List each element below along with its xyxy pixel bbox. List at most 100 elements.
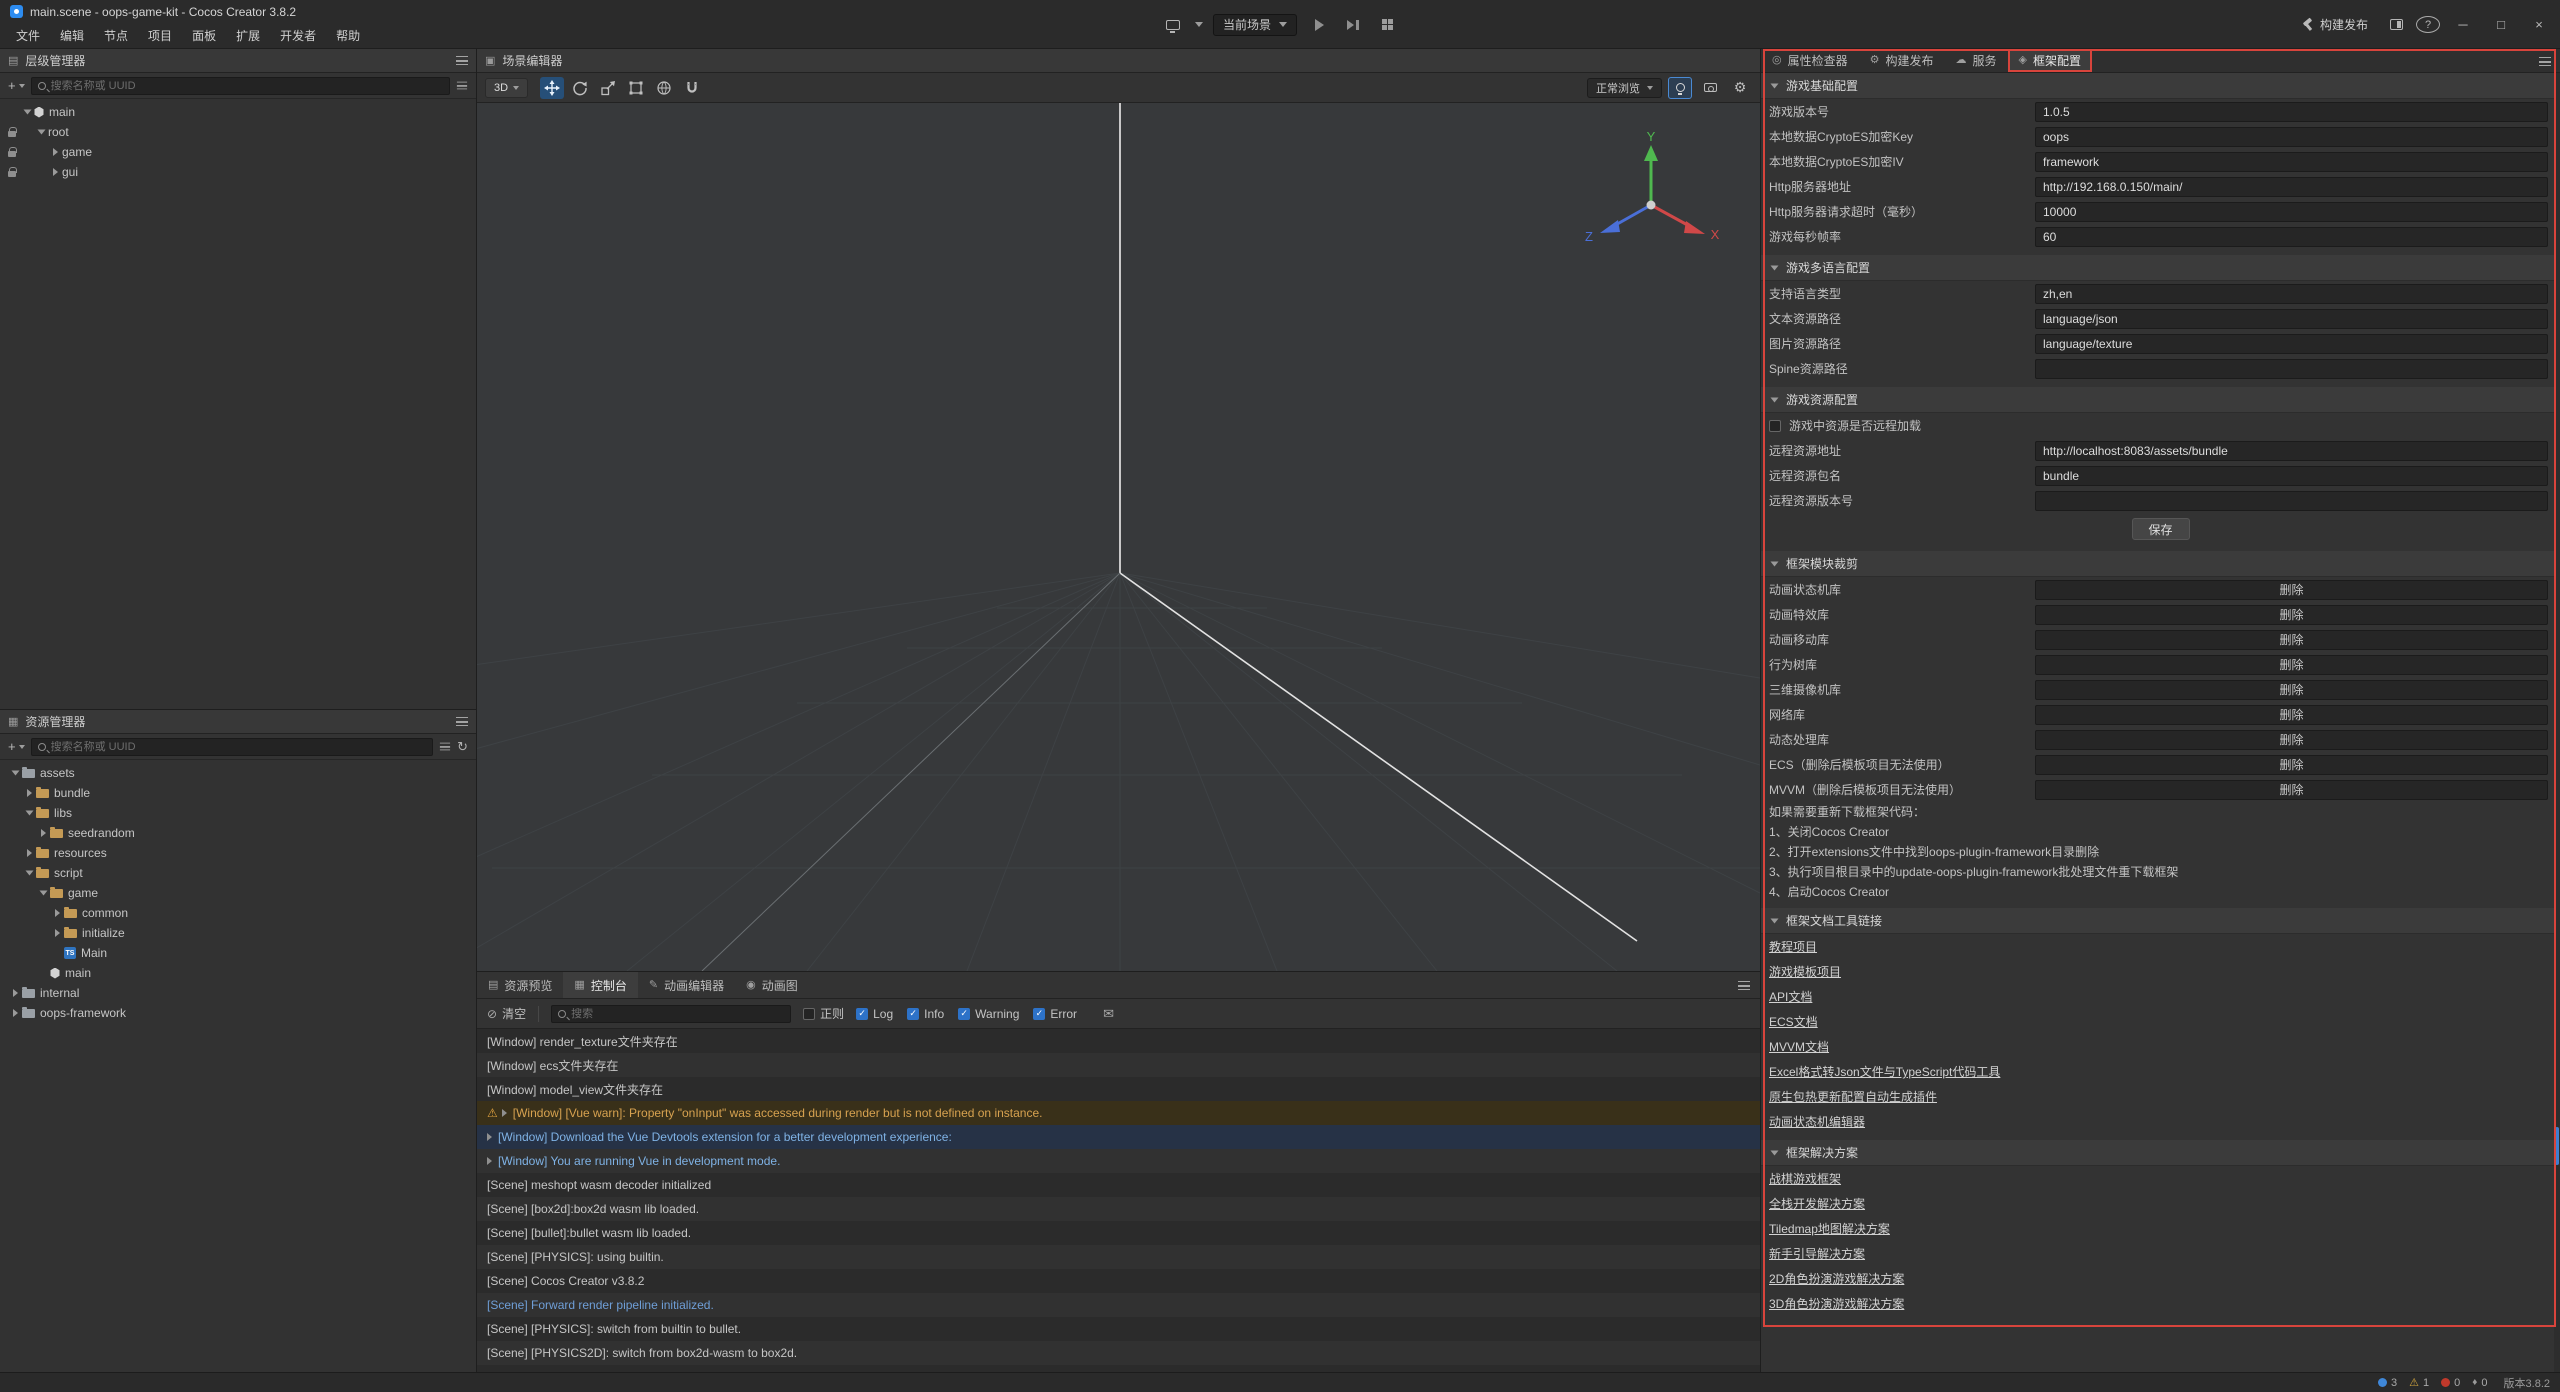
section-header[interactable]: 框架文档工具链接 bbox=[1761, 908, 2560, 934]
remote-load-checkbox[interactable] bbox=[1769, 420, 1781, 432]
expand-arrow-icon[interactable] bbox=[48, 168, 62, 176]
text-input[interactable]: oops bbox=[2035, 127, 2548, 147]
asset-node[interactable]: resources bbox=[0, 843, 476, 863]
snap-tool-button[interactable] bbox=[680, 77, 704, 99]
delete-module-button[interactable]: 删除 bbox=[2035, 630, 2548, 650]
lock-slot[interactable] bbox=[4, 108, 20, 117]
solution-link[interactable]: 战棋游戏框架 bbox=[1769, 1170, 1841, 1187]
build-publish-button[interactable]: 构建发布 bbox=[2294, 13, 2376, 37]
expand-arrow-icon[interactable] bbox=[22, 809, 36, 817]
delete-module-button[interactable]: 删除 bbox=[2035, 780, 2548, 800]
expand-arrow-icon[interactable] bbox=[50, 909, 64, 917]
gear-icon[interactable]: ⚙ bbox=[1728, 77, 1752, 99]
hierarchy-filter-icon[interactable] bbox=[457, 82, 467, 90]
inspector-menu-icon[interactable] bbox=[2539, 57, 2551, 66]
rect-tool-button[interactable] bbox=[624, 77, 648, 99]
text-input[interactable]: 10000 bbox=[2035, 202, 2548, 222]
lock-slot[interactable] bbox=[4, 128, 20, 137]
hierarchy-search-input[interactable] bbox=[51, 80, 443, 92]
text-input[interactable]: bundle bbox=[2035, 466, 2548, 486]
hierarchy-menu-icon[interactable] bbox=[456, 56, 468, 65]
text-input[interactable]: http://192.168.0.150/main/ bbox=[2035, 177, 2548, 197]
asset-node[interactable]: initialize bbox=[0, 923, 476, 943]
inspector-tab[interactable]: 构建发布 bbox=[1859, 49, 1945, 72]
layout-grid-icon[interactable] bbox=[1375, 13, 1399, 37]
create-asset-button[interactable]: + bbox=[8, 739, 25, 754]
expand-arrow-icon[interactable] bbox=[8, 989, 22, 997]
asset-node[interactable]: common bbox=[0, 903, 476, 923]
move-tool-button[interactable] bbox=[540, 77, 564, 99]
console-log-row[interactable]: ⚠ [Window] ecs文件夹存在 bbox=[477, 1053, 1760, 1077]
doc-link[interactable]: 教程项目 bbox=[1769, 938, 1817, 955]
preview-device-chevron-icon[interactable] bbox=[1195, 22, 1203, 27]
expand-arrow-icon[interactable] bbox=[8, 769, 22, 777]
expand-arrow-icon[interactable] bbox=[22, 869, 36, 877]
preview-device-icon[interactable] bbox=[1161, 13, 1185, 37]
console-tab[interactable]: 动画图 bbox=[735, 972, 809, 998]
lock-slot[interactable] bbox=[4, 168, 20, 177]
asset-node[interactable]: assets bbox=[0, 763, 476, 783]
asset-node[interactable]: script bbox=[0, 863, 476, 883]
world-local-toggle[interactable] bbox=[652, 77, 676, 99]
delete-module-button[interactable]: 删除 bbox=[2035, 605, 2548, 625]
asset-node[interactable]: game bbox=[0, 883, 476, 903]
expand-arrow-icon[interactable] bbox=[8, 1009, 22, 1017]
menu-item[interactable]: 开发者 bbox=[270, 27, 326, 44]
console-log-row[interactable]: ⚠ [Window] model_view文件夹存在 bbox=[477, 1077, 1760, 1101]
scrollbar-track[interactable] bbox=[2554, 73, 2560, 1372]
menu-item[interactable]: 面板 bbox=[182, 27, 226, 44]
log-filter-toggle[interactable]: Error bbox=[1033, 1007, 1077, 1021]
hierarchy-node[interactable]: gui bbox=[0, 162, 476, 182]
log-expand-arrow-icon[interactable] bbox=[502, 1109, 507, 1117]
menu-item[interactable]: 节点 bbox=[94, 27, 138, 44]
text-input[interactable]: 1.0.5 bbox=[2035, 102, 2548, 122]
console-log-row[interactable]: ⚠ [Scene] [box2d]:box2d wasm lib loaded. bbox=[477, 1197, 1760, 1221]
text-input[interactable]: zh,en bbox=[2035, 284, 2548, 304]
view-mode-select[interactable]: 正常浏览 bbox=[1587, 78, 1662, 98]
section-header[interactable]: 框架模块裁剪 bbox=[1761, 551, 2560, 577]
console-menu-icon[interactable] bbox=[1738, 981, 1750, 990]
doc-link[interactable]: API文档 bbox=[1769, 988, 1812, 1005]
scale-tool-button[interactable] bbox=[596, 77, 620, 99]
error-count[interactable]: 0 bbox=[2441, 1377, 2460, 1389]
delete-module-button[interactable]: 删除 bbox=[2035, 755, 2548, 775]
console-log-row[interactable]: ⚠ [Window] render_texture文件夹存在 bbox=[477, 1029, 1760, 1053]
asset-node[interactable]: Main bbox=[0, 943, 476, 963]
play-button[interactable] bbox=[1307, 13, 1331, 37]
notification-count[interactable]: ♦ 0 bbox=[2472, 1377, 2487, 1389]
light-toggle-icon[interactable] bbox=[1668, 77, 1692, 99]
rotate-tool-button[interactable] bbox=[568, 77, 592, 99]
expand-arrow-icon[interactable] bbox=[20, 108, 34, 116]
console-tab[interactable]: 控制台 bbox=[563, 972, 637, 998]
console-log-row[interactable]: ⚠ [Window] You are running Vue in develo… bbox=[477, 1149, 1760, 1173]
doc-link[interactable]: 动画状态机编辑器 bbox=[1769, 1113, 1865, 1130]
log-filter-toggle[interactable]: Info bbox=[907, 1007, 944, 1021]
hierarchy-node[interactable]: game bbox=[0, 142, 476, 162]
refresh-icon[interactable]: ↻ bbox=[457, 739, 468, 755]
info-count[interactable]: 3 bbox=[2378, 1377, 2397, 1389]
scrollbar-thumb[interactable] bbox=[2555, 1127, 2559, 1165]
section-header[interactable]: 游戏基础配置 bbox=[1761, 73, 2560, 99]
doc-link[interactable]: ECS文档 bbox=[1769, 1013, 1818, 1030]
menu-item[interactable]: 帮助 bbox=[326, 27, 370, 44]
text-input[interactable] bbox=[2035, 491, 2548, 511]
assets-search-input[interactable] bbox=[51, 741, 427, 753]
asset-node[interactable]: internal bbox=[0, 983, 476, 1003]
asset-node[interactable]: seedrandom bbox=[0, 823, 476, 843]
text-input[interactable] bbox=[2035, 359, 2548, 379]
asset-node[interactable]: libs bbox=[0, 803, 476, 823]
solution-link[interactable]: 全栈开发解决方案 bbox=[1769, 1195, 1865, 1212]
log-expand-arrow-icon[interactable] bbox=[487, 1133, 492, 1141]
solution-link[interactable]: 2D角色扮演游戏解决方案 bbox=[1769, 1270, 1904, 1287]
text-input[interactable]: 60 bbox=[2035, 227, 2548, 247]
expand-arrow-icon[interactable] bbox=[48, 148, 62, 156]
delete-module-button[interactable]: 删除 bbox=[2035, 655, 2548, 675]
warning-count[interactable]: ⚠ 1 bbox=[2409, 1376, 2429, 1389]
log-filter-toggle[interactable]: Warning bbox=[958, 1007, 1019, 1021]
text-input[interactable]: language/texture bbox=[2035, 334, 2548, 354]
delete-module-button[interactable]: 删除 bbox=[2035, 705, 2548, 725]
log-expand-arrow-icon[interactable] bbox=[487, 1157, 492, 1165]
console-log-row[interactable]: ⚠ [Scene] [PHYSICS2D]: switch from box2d… bbox=[477, 1341, 1760, 1365]
assets-menu-icon[interactable] bbox=[456, 717, 468, 726]
console-log-row[interactable]: ⚠ [Scene] [PHYSICS]: switch from builtin… bbox=[477, 1317, 1760, 1341]
